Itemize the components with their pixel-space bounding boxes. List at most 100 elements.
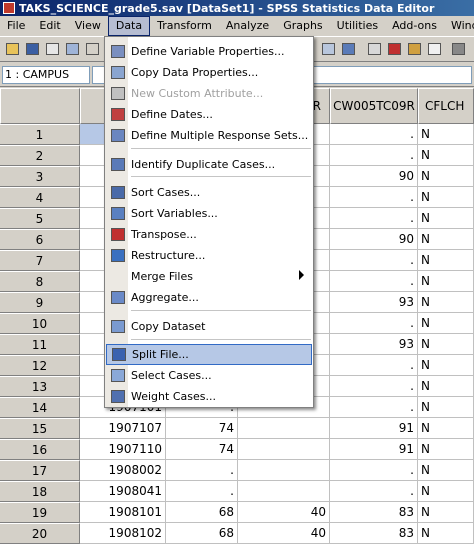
menu-data[interactable]: Data [107,16,151,36]
row-header[interactable]: 3 [0,166,80,187]
menu-addons[interactable]: Add-ons [385,16,444,36]
table-cell[interactable]: 68 [166,502,238,523]
menu-transform[interactable]: Transform [150,16,219,36]
table-cell[interactable]: 1908101 [80,502,166,523]
table-cell[interactable]: . [330,397,418,418]
menu-view[interactable]: View [68,16,108,36]
row-header[interactable]: 11 [0,334,80,355]
table-cell[interactable]: 93 [330,334,418,355]
row-header[interactable]: 18 [0,481,80,502]
table-cell[interactable]: N [418,313,474,334]
data-menu-item-define-multiple-response-sets[interactable]: Define Multiple Response Sets... [106,125,312,146]
spelling-icon[interactable] [426,41,443,57]
scripting-icon[interactable] [450,41,467,57]
table-cell[interactable] [238,460,330,481]
data-menu-item-merge-files[interactable]: Merge Files [106,266,312,287]
menu-utilities[interactable]: Utilities [330,16,385,36]
print-icon[interactable] [44,41,61,57]
table-cell[interactable] [238,439,330,460]
row-header[interactable]: 10 [0,313,80,334]
table-cell[interactable]: N [418,145,474,166]
table-cell[interactable]: N [418,502,474,523]
table-cell[interactable]: N [418,334,474,355]
row-header[interactable]: 5 [0,208,80,229]
show-all-icon[interactable] [406,41,423,57]
data-menu-item-copy-dataset[interactable]: Copy Dataset [106,316,312,337]
row-header[interactable]: 1 [0,124,80,145]
table-cell[interactable]: . [330,376,418,397]
table-cell[interactable]: . [330,124,418,145]
data-menu-item-weight-cases[interactable]: Weight Cases... [106,386,312,407]
table-cell[interactable]: N [418,292,474,313]
data-menu-item-sort-variables[interactable]: Sort Variables... [106,203,312,224]
data-menu-item-identify-duplicate-cases[interactable]: Identify Duplicate Cases... [106,154,312,175]
table-cell[interactable]: N [418,229,474,250]
table-cell[interactable]: 91 [330,418,418,439]
table-cell[interactable]: . [330,355,418,376]
table-cell[interactable]: 90 [330,229,418,250]
table-cell[interactable]: N [418,271,474,292]
row-header[interactable]: 20 [0,523,80,544]
table-cell[interactable]: 91 [330,439,418,460]
table-cell[interactable]: . [166,481,238,502]
table-cell[interactable]: 1908102 [80,523,166,544]
table-cell[interactable]: 83 [330,502,418,523]
table-cell[interactable]: 90 [330,166,418,187]
open-icon[interactable] [4,41,21,57]
undo-icon[interactable] [84,41,101,57]
table-cell[interactable]: N [418,418,474,439]
menu-file[interactable]: File [0,16,32,36]
table-cell[interactable]: 1908041 [80,481,166,502]
save-icon[interactable] [24,41,41,57]
table-cell[interactable]: 74 [166,439,238,460]
menu-window[interactable]: Window [444,16,474,36]
table-cell[interactable]: N [418,355,474,376]
row-header[interactable]: 9 [0,292,80,313]
menu-edit[interactable]: Edit [32,16,67,36]
menu-analyze[interactable]: Analyze [219,16,276,36]
row-header[interactable]: 15 [0,418,80,439]
table-cell[interactable]: N [418,481,474,502]
data-menu-item-restructure[interactable]: Restructure... [106,245,312,266]
table-cell[interactable]: N [418,523,474,544]
menu-graphs[interactable]: Graphs [276,16,329,36]
table-cell[interactable]: 1907110 [80,439,166,460]
table-cell[interactable]: . [330,145,418,166]
table-cell[interactable]: . [166,460,238,481]
table-cell[interactable]: 1908002 [80,460,166,481]
use-sets-icon[interactable] [386,41,403,57]
table-cell[interactable]: N [418,124,474,145]
table-cell[interactable] [238,481,330,502]
data-menu-item-split-file[interactable]: Split File... [106,344,312,365]
row-header[interactable]: 16 [0,439,80,460]
row-header[interactable]: 4 [0,187,80,208]
table-cell[interactable]: N [418,439,474,460]
data-menu-item-select-cases[interactable]: Select Cases... [106,365,312,386]
table-cell[interactable]: N [418,397,474,418]
dialog-recall-icon[interactable] [64,41,81,57]
row-header[interactable]: 17 [0,460,80,481]
table-cell[interactable]: 40 [238,502,330,523]
row-header[interactable]: 14 [0,397,80,418]
weight-icon[interactable] [320,41,337,57]
row-header[interactable]: 8 [0,271,80,292]
table-cell[interactable]: . [330,250,418,271]
table-cell[interactable]: 40 [238,523,330,544]
table-cell[interactable]: . [330,481,418,502]
table-cell[interactable]: N [418,187,474,208]
data-menu-item-transpose[interactable]: Transpose... [106,224,312,245]
data-menu-item-sort-cases[interactable]: Sort Cases... [106,182,312,203]
table-cell[interactable]: N [418,460,474,481]
row-header[interactable]: 12 [0,355,80,376]
value-labels-icon[interactable] [366,41,383,57]
table-cell[interactable]: 93 [330,292,418,313]
table-cell[interactable]: N [418,208,474,229]
table-cell[interactable]: N [418,376,474,397]
column-header-cw005tc09r[interactable]: CW005TC09R [330,88,418,124]
data-menu-item-copy-data-properties[interactable]: Copy Data Properties... [106,62,312,83]
table-cell[interactable]: . [330,187,418,208]
table-cell[interactable]: N [418,166,474,187]
table-cell[interactable]: 74 [166,418,238,439]
grid-icon[interactable] [340,41,357,57]
table-cell[interactable] [238,418,330,439]
